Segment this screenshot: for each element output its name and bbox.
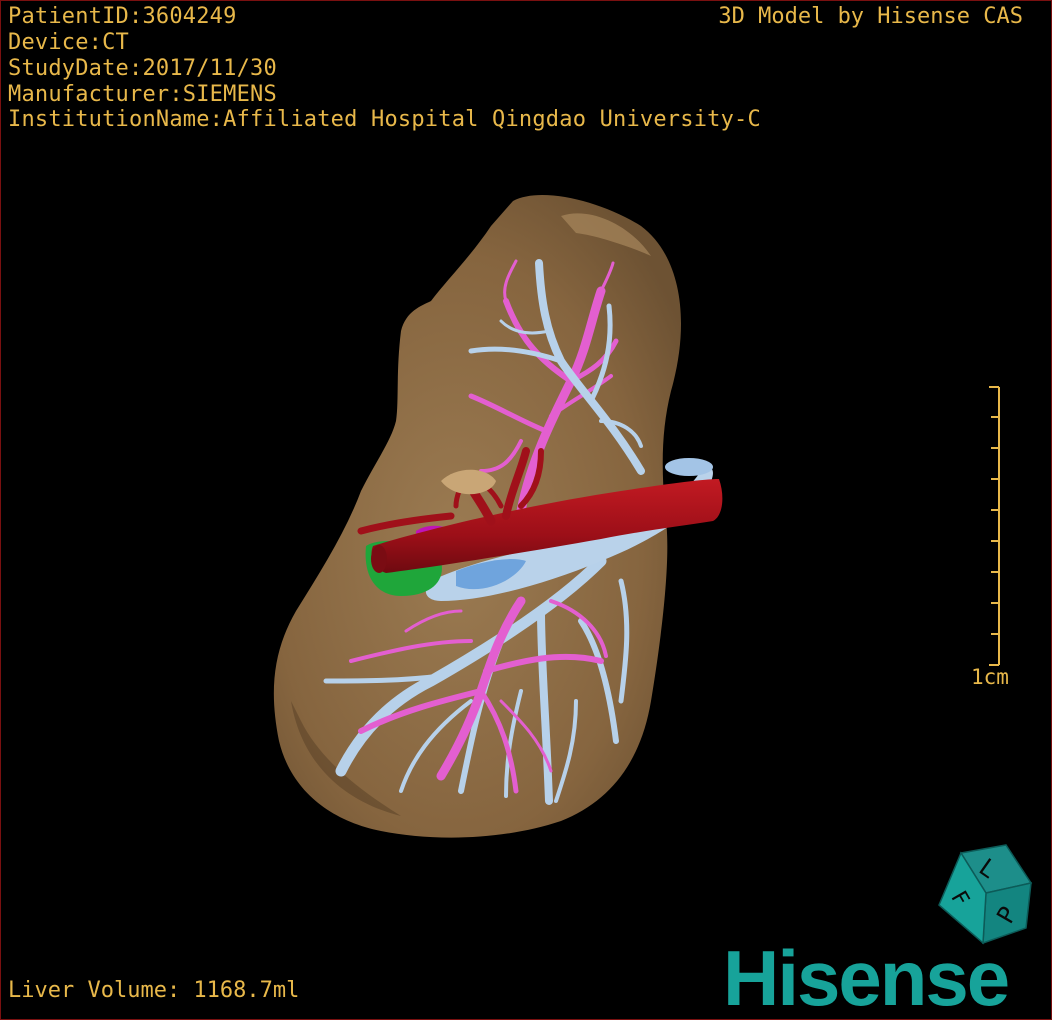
hisense-logo: Hisense: [723, 934, 1010, 1020]
scale-label: 1cm: [971, 665, 1009, 689]
liver-volume-label: Liver Volume: 1168.7ml: [8, 978, 300, 1003]
3d-viewport[interactable]: PatientID:3604249 Device:CT StudyDate:20…: [0, 0, 1052, 1020]
liver-3d-model[interactable]: [1, 1, 1052, 1020]
scale-bar: [989, 386, 1000, 666]
